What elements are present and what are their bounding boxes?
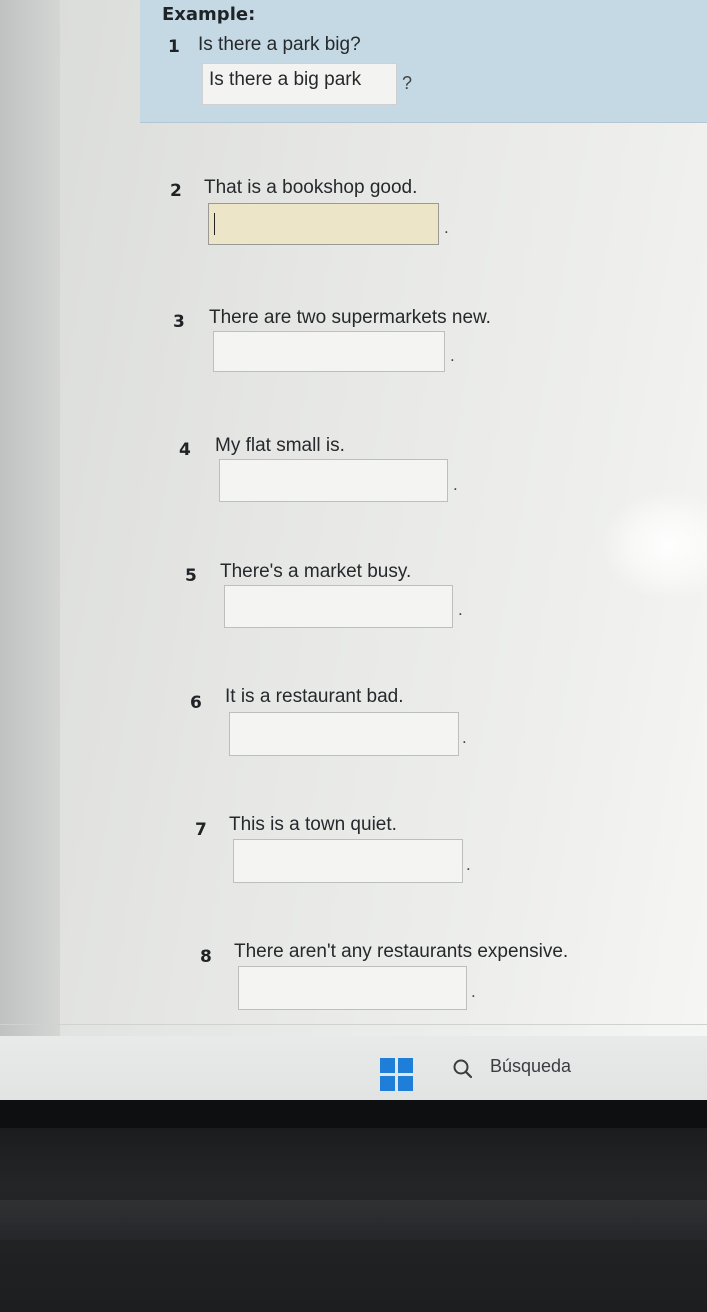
- example-sentence: Is there a park big?: [198, 34, 361, 55]
- question-sentence: It is a restaurant bad.: [225, 686, 404, 707]
- text-caret: [214, 213, 215, 235]
- answer-input[interactable]: [219, 459, 448, 502]
- answer-input[interactable]: [238, 966, 467, 1010]
- example-answer-text: Is there a big park: [209, 69, 362, 90]
- divider: [0, 1024, 707, 1025]
- question-sentence: There's a market busy.: [220, 561, 412, 582]
- answer-input[interactable]: [229, 712, 459, 756]
- left-edge: [0, 0, 60, 1100]
- end-mark: .: [453, 475, 458, 494]
- question-sentence: That is a bookshop good.: [204, 177, 418, 198]
- question-number: 4: [179, 440, 191, 460]
- taskbar-search-label[interactable]: Búsqueda: [490, 1056, 571, 1077]
- question-number: 7: [195, 820, 207, 840]
- screen: Example: 1 Is there a park big? Is there…: [0, 0, 707, 1100]
- example-heading: Example:: [162, 4, 256, 25]
- answer-input[interactable]: [233, 839, 463, 883]
- end-mark: .: [466, 855, 471, 874]
- bezel-stripe: [0, 1200, 707, 1240]
- start-tile-top-right: [398, 1058, 413, 1073]
- end-mark: .: [462, 728, 467, 747]
- start-tile-top-left: [380, 1058, 395, 1073]
- search-icon[interactable]: [452, 1058, 474, 1080]
- end-mark: .: [444, 218, 449, 237]
- answer-input[interactable]: [208, 203, 439, 245]
- taskbar: [0, 1036, 707, 1100]
- screen-bottom-edge: [0, 1100, 707, 1128]
- end-mark: .: [471, 982, 476, 1001]
- start-tile-bottom-left: [380, 1076, 395, 1091]
- question-number: 6: [190, 693, 202, 713]
- question-sentence: There are two supermarkets new.: [209, 307, 491, 328]
- screen-glare: [600, 490, 707, 600]
- answer-input[interactable]: [224, 585, 453, 628]
- example-answer-field: Is there a big park: [202, 63, 397, 105]
- question-sentence: This is a town quiet.: [229, 814, 397, 835]
- windows-start-icon[interactable]: [380, 1058, 414, 1092]
- start-tile-bottom-right: [398, 1076, 413, 1091]
- question-sentence: There aren't any restaurants expensive.: [234, 941, 569, 962]
- end-mark: .: [458, 600, 463, 619]
- example-end-mark: ?: [402, 73, 413, 93]
- question-number: 2: [170, 181, 182, 201]
- question-sentence: My flat small is.: [215, 435, 345, 456]
- question-number: 3: [173, 312, 185, 332]
- question-number: 5: [185, 566, 197, 586]
- example-number: 1: [168, 37, 180, 57]
- end-mark: .: [450, 346, 455, 365]
- answer-input[interactable]: [213, 331, 445, 372]
- question-number: 8: [200, 947, 212, 967]
